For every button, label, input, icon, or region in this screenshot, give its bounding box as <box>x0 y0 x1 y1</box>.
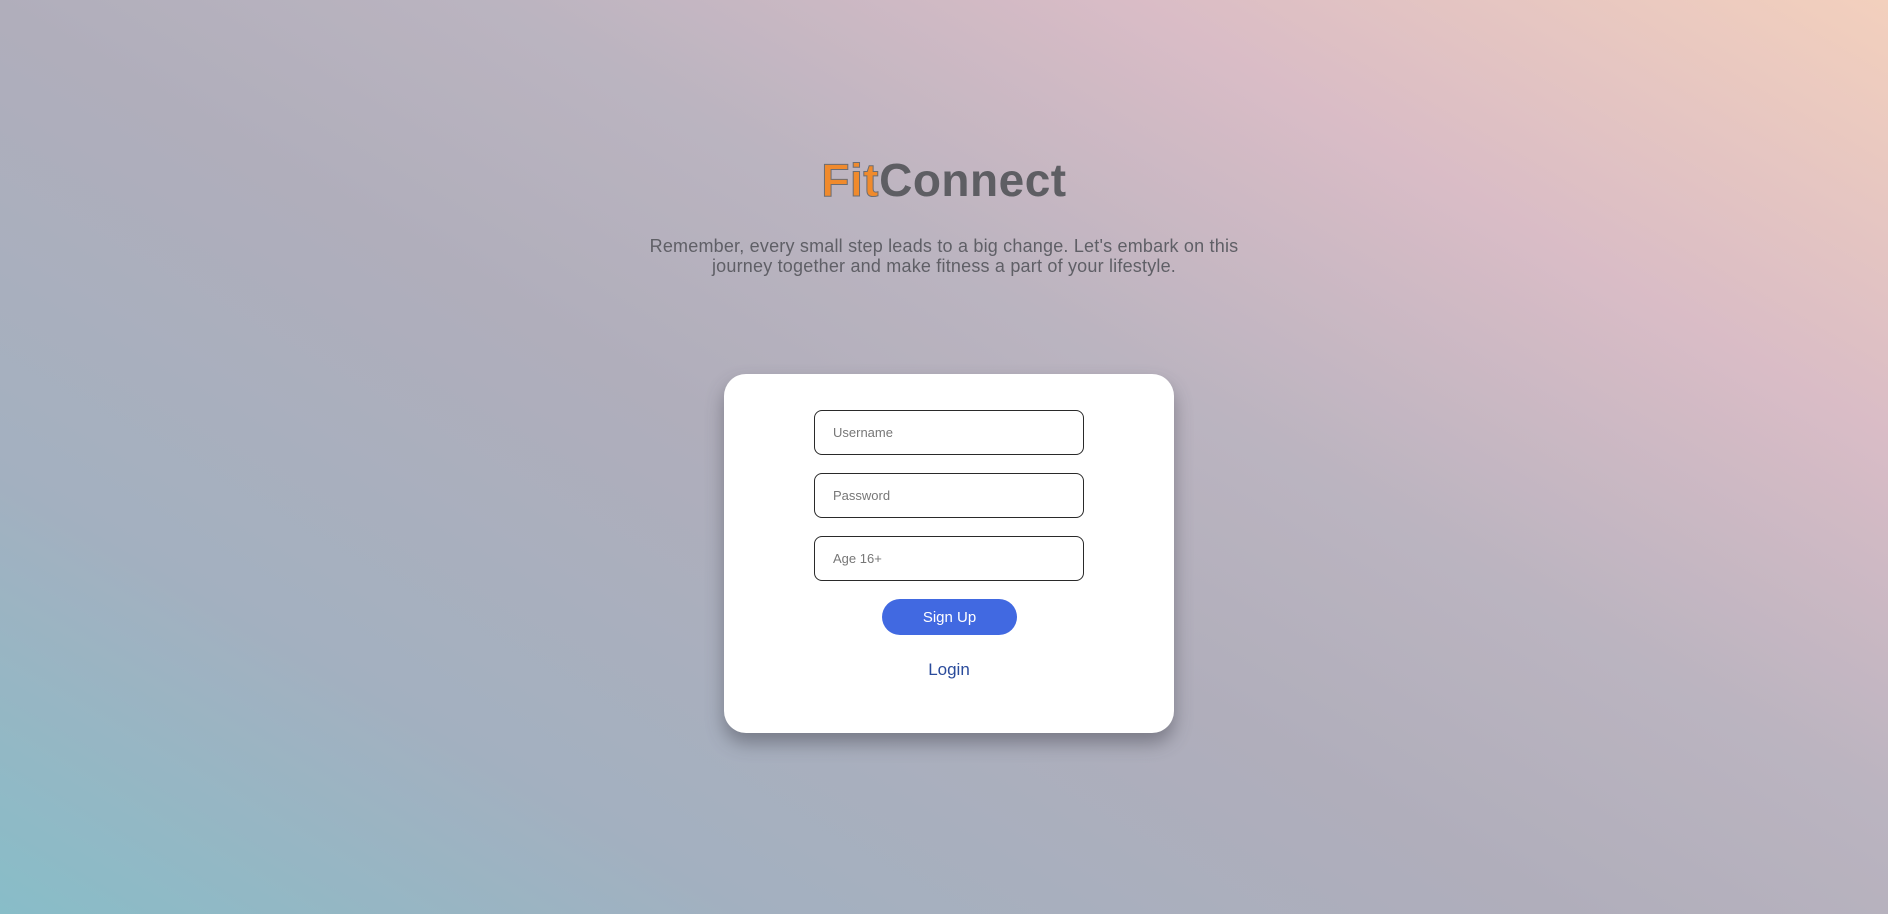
logo-connect: Connect <box>879 154 1067 206</box>
page-header: FitConnect Remember, every small step le… <box>0 152 1888 277</box>
logo-fit: Fit <box>821 154 880 207</box>
login-link[interactable]: Login <box>724 660 1174 680</box>
password-input[interactable] <box>814 473 1084 518</box>
age-input[interactable] <box>814 536 1084 581</box>
signup-card: Sign Up Login <box>724 374 1174 733</box>
app-logo: FitConnect <box>0 152 1888 208</box>
signup-button[interactable]: Sign Up <box>882 599 1017 635</box>
tagline: Remember, every small step leads to a bi… <box>649 236 1239 276</box>
username-input[interactable] <box>814 410 1084 455</box>
